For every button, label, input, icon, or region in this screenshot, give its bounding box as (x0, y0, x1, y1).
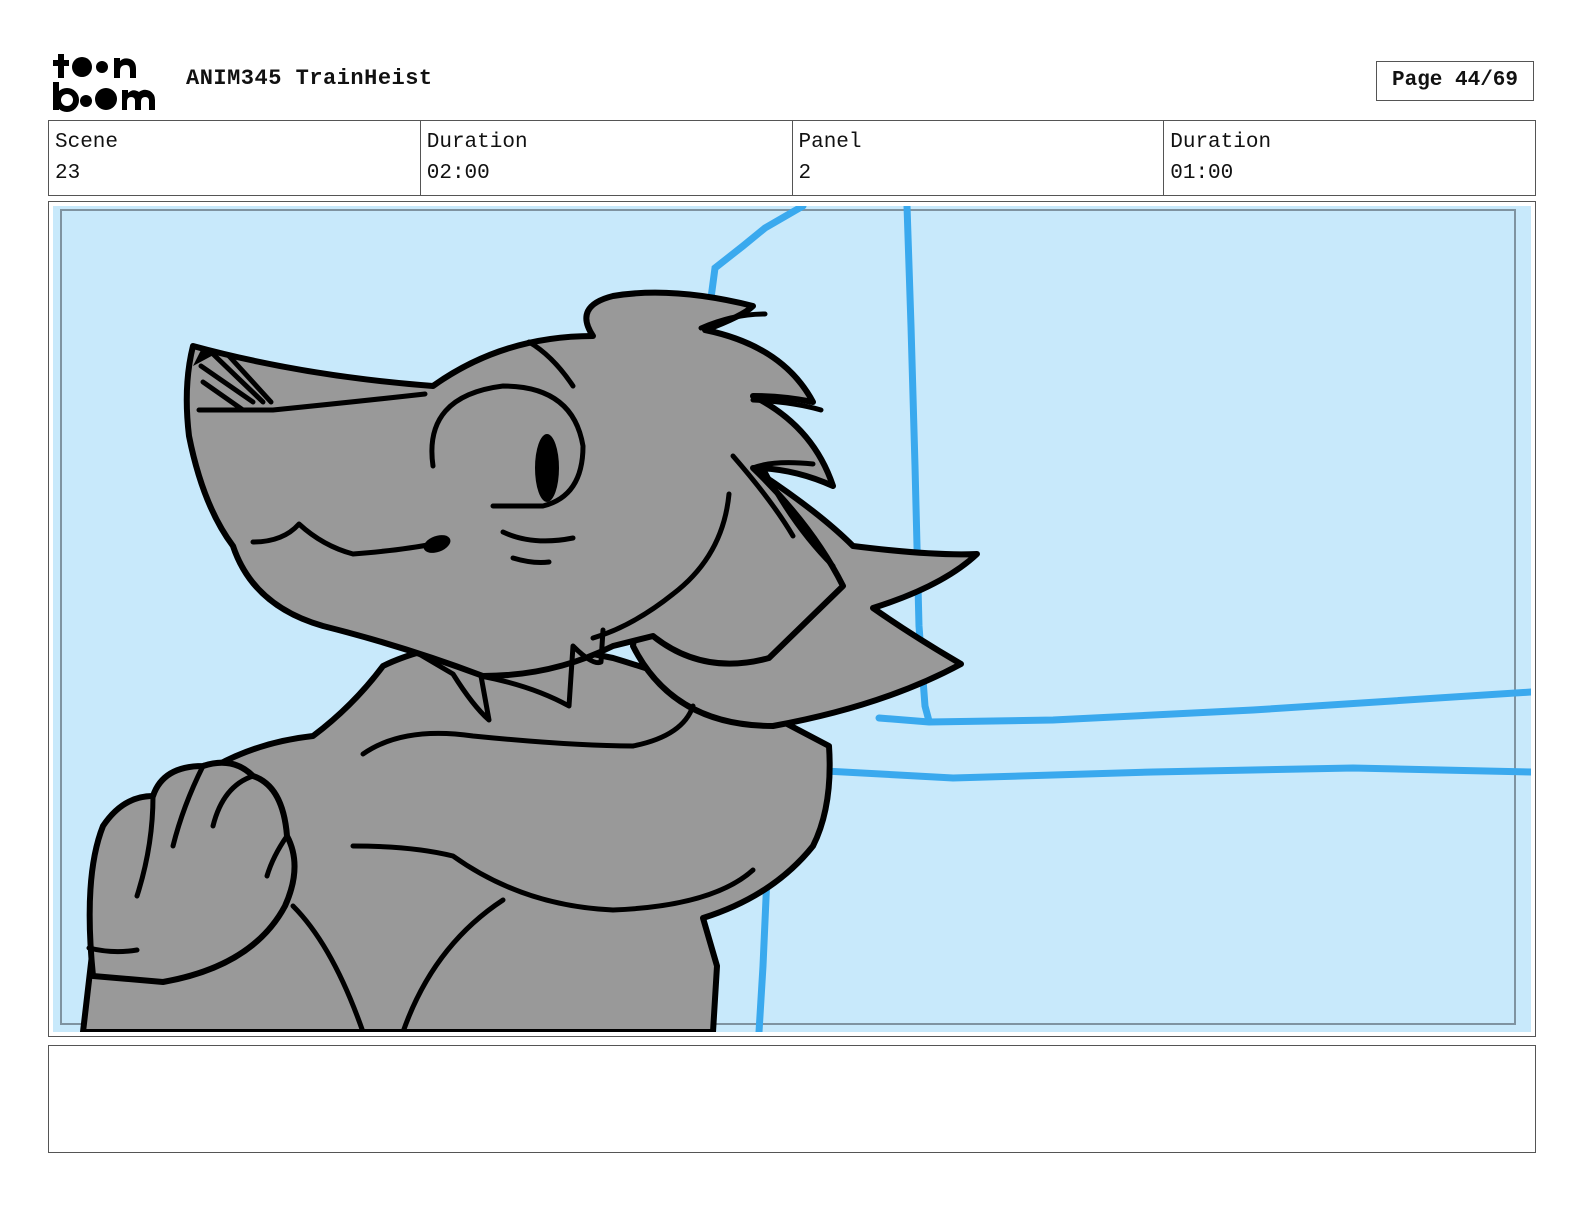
scene-info-table: Scene 23 Duration 02:00 Panel 2 Duration… (48, 120, 1536, 196)
panel-label: Panel (798, 131, 862, 154)
scene-duration-cell: Duration 02:00 (421, 121, 793, 195)
scene-cell: Scene 23 (49, 121, 421, 195)
toon-boom-logo (53, 54, 155, 112)
panel-value: 2 (798, 162, 812, 185)
scene-duration-label: Duration (426, 131, 528, 154)
scene-label: Scene (55, 131, 119, 154)
scene-duration-value: 02:00 (426, 162, 490, 185)
panel-notes (48, 1045, 1536, 1153)
panel-duration-cell: Duration 01:00 (1164, 121, 1535, 195)
page-indicator: Page 44/69 (1376, 61, 1534, 101)
panel-duration-value: 01:00 (1170, 162, 1234, 185)
project-title: ANIM345 TrainHeist (186, 66, 433, 91)
storyboard-drawing (53, 206, 1531, 1032)
panel-duration-label: Duration (1170, 131, 1272, 154)
panel-cell: Panel 2 (793, 121, 1165, 195)
storyboard-panel-frame (48, 201, 1536, 1037)
scene-value: 23 (55, 162, 81, 185)
